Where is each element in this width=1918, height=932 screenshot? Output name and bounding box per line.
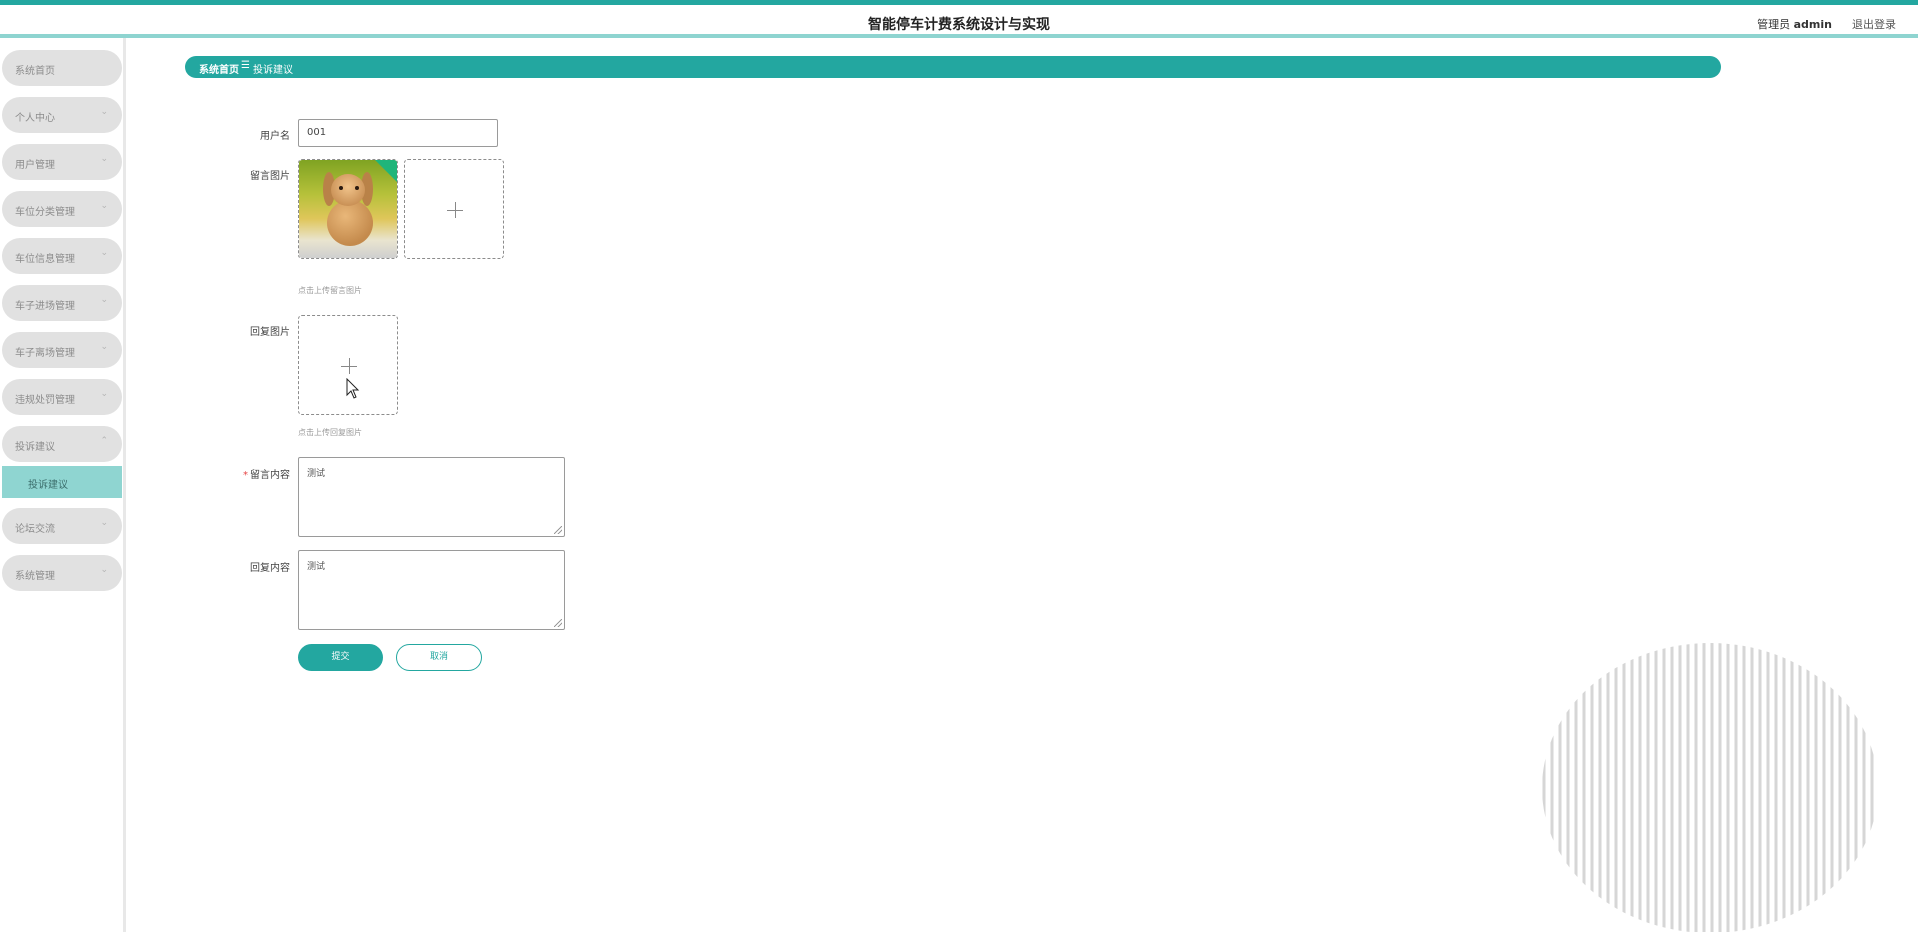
sidebar-item-label: 车位信息管理	[15, 254, 75, 265]
message-image-thumbnail[interactable]	[298, 159, 398, 259]
chevron-down-icon: ⌄	[100, 518, 108, 528]
breadcrumb-current: 投诉建议	[253, 65, 293, 76]
sidebar-item-label: 个人中心	[15, 113, 55, 124]
submit-button[interactable]: 提交	[298, 644, 383, 671]
sidebar-item-car-entry[interactable]: 车子进场管理 ⌄	[2, 285, 122, 321]
sidebar: 系统首页 个人中心 ⌄ 用户管理 ⌄ 车位分类管理 ⌄ 车位信息管理 ⌄ 车子进…	[0, 38, 126, 932]
required-asterisk: *	[243, 470, 248, 481]
resize-handle-icon[interactable]	[554, 526, 562, 534]
user-role: 管理员	[1757, 18, 1791, 31]
reply-content-textarea[interactable]: 测试	[298, 550, 565, 630]
sidebar-subitem-label: 投诉建议	[28, 480, 68, 491]
sidebar-item-home[interactable]: 系统首页	[2, 50, 122, 86]
decorative-striped-circle	[1542, 643, 1874, 932]
sidebar-item-car-exit[interactable]: 车子离场管理 ⌄	[2, 332, 122, 368]
sidebar-item-label: 系统首页	[15, 66, 55, 77]
chevron-up-icon: ⌃	[100, 436, 108, 446]
sidebar-item-label: 投诉建议	[15, 442, 55, 453]
sidebar-item-complaints[interactable]: 投诉建议 ⌃	[2, 426, 122, 462]
message-content-label: * 留言内容	[210, 466, 290, 481]
chevron-down-icon: ⌄	[100, 201, 108, 211]
sidebar-item-label: 论坛交流	[15, 524, 55, 535]
resize-handle-icon[interactable]	[554, 619, 562, 627]
sidebar-item-space-info[interactable]: 车位信息管理 ⌄	[2, 238, 122, 274]
bunny-body	[327, 200, 373, 246]
reply-content-label: 回复内容	[250, 563, 290, 574]
reply-content-value: 测试	[307, 562, 326, 572]
sidebar-item-forum[interactable]: 论坛交流 ⌄	[2, 508, 122, 544]
message-content-textarea[interactable]: 测试	[298, 457, 565, 537]
message-content-value: 测试	[307, 469, 326, 479]
bunny-head	[331, 174, 365, 206]
message-image-label: 留言图片	[250, 171, 290, 182]
reply-image-label: 回复图片	[250, 327, 290, 338]
user-name: admin	[1793, 18, 1832, 31]
sidebar-item-label: 车子离场管理	[15, 348, 75, 359]
logout-link[interactable]: 退出登录	[1852, 16, 1896, 32]
sidebar-item-label: 车子进场管理	[15, 301, 75, 312]
sidebar-item-user-management[interactable]: 用户管理 ⌄	[2, 144, 122, 180]
chevron-down-icon: ⌄	[100, 342, 108, 352]
app-title: 智能停车计费系统设计与实现	[868, 17, 1050, 33]
reply-image-upload-button[interactable]	[298, 315, 398, 415]
message-image-upload-button[interactable]	[404, 159, 504, 259]
sidebar-item-personal-center[interactable]: 个人中心 ⌄	[2, 97, 122, 133]
chevron-down-icon: ⌄	[100, 107, 108, 117]
breadcrumb-home[interactable]: 系统首页	[199, 61, 239, 76]
chevron-down-icon: ⌄	[100, 154, 108, 164]
chevron-down-icon: ⌄	[100, 248, 108, 258]
username-label: 用户名	[260, 131, 290, 142]
plus-icon	[405, 160, 503, 258]
menu-icon: ☰	[241, 60, 250, 71]
sidebar-item-label: 车位分类管理	[15, 207, 75, 218]
username-input[interactable]: 001	[298, 119, 498, 147]
sidebar-item-system[interactable]: 系统管理 ⌄	[2, 555, 122, 591]
current-user: 管理员 admin	[1757, 16, 1832, 32]
selected-corner-icon	[375, 160, 397, 182]
message-content-label-text: 留言内容	[250, 470, 290, 481]
reply-image-hint: 点击上传回复图片	[298, 428, 362, 437]
chevron-down-icon: ⌄	[100, 389, 108, 399]
breadcrumb: 系统首页 ☰ 投诉建议	[185, 56, 1721, 78]
chevron-down-icon: ⌄	[100, 295, 108, 305]
mouse-cursor-icon	[346, 378, 360, 399]
sidebar-item-label: 系统管理	[15, 571, 55, 582]
sidebar-item-violation[interactable]: 违规处罚管理 ⌄	[2, 379, 122, 415]
top-header: 智能停车计费系统设计与实现 管理员 admin 退出登录	[0, 0, 1918, 38]
message-image-hint: 点击上传留言图片	[298, 286, 362, 295]
cancel-button[interactable]: 取消	[396, 644, 482, 671]
sidebar-subitem-complaints[interactable]: 投诉建议	[2, 466, 122, 498]
sidebar-item-space-category[interactable]: 车位分类管理 ⌄	[2, 191, 122, 227]
bunny-eye	[339, 186, 343, 190]
chevron-down-icon: ⌄	[100, 565, 108, 575]
sidebar-item-label: 用户管理	[15, 160, 55, 171]
bunny-eye	[355, 186, 359, 190]
sidebar-item-label: 违规处罚管理	[15, 395, 75, 406]
